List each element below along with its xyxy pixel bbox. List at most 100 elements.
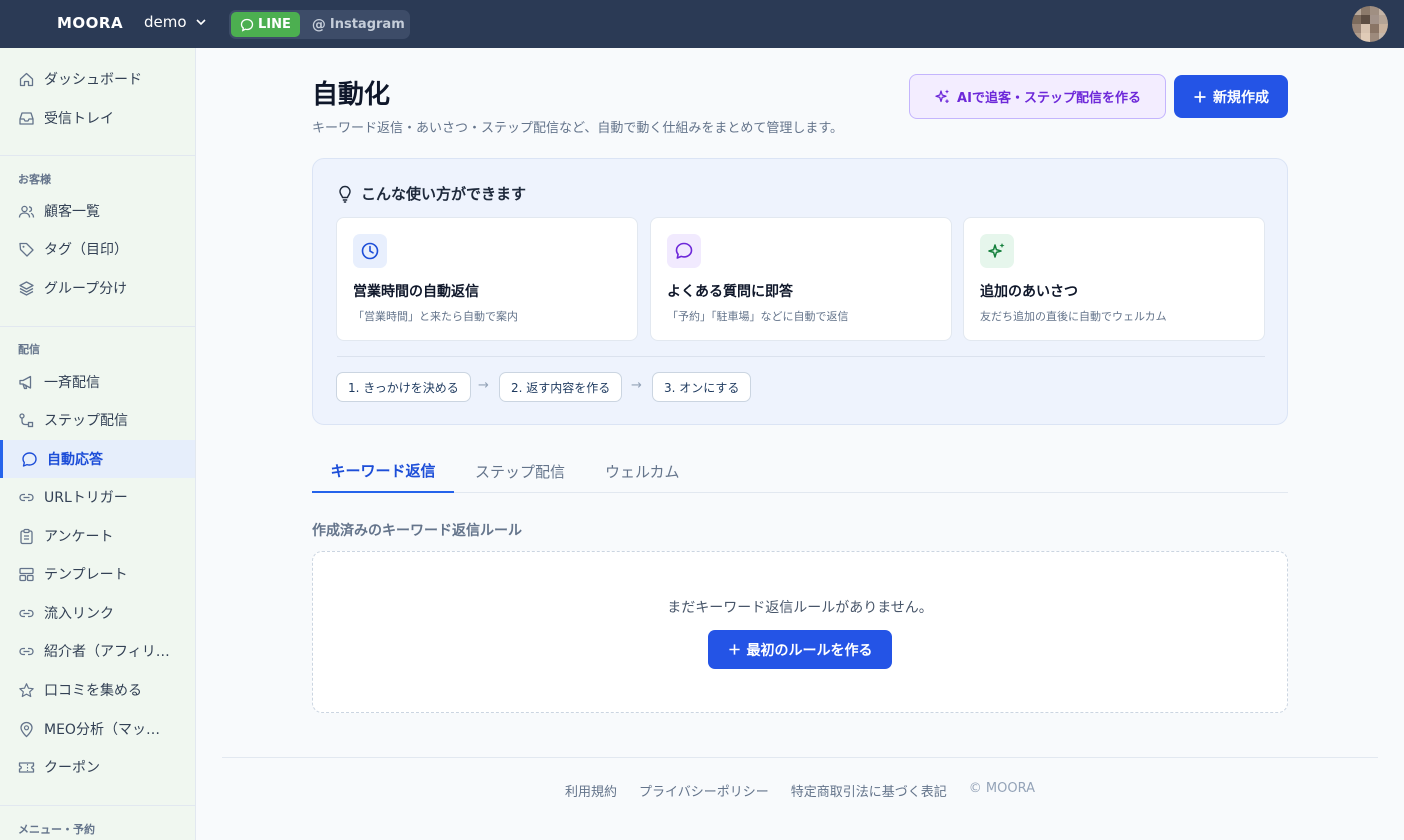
arrow-right-icon: → [631, 378, 642, 393]
sidebar-item-label: 自動応答 [47, 452, 103, 468]
ticket-icon [17, 758, 35, 776]
create-first-rule-button[interactable]: 最初のルールを作る [708, 630, 892, 669]
sidebar-item-label: 流入リンク [44, 606, 114, 622]
sidebar-item-survey[interactable]: アンケート [0, 517, 195, 555]
clipboard-icon [17, 527, 35, 545]
sidebar-item-label: 受信トレイ [44, 111, 114, 127]
layers-icon [17, 279, 35, 297]
new-create-label: 新規作成 [1213, 89, 1269, 106]
chevron-down-icon [195, 19, 206, 26]
sidebar-item-step-delivery[interactable]: ステップ配信 [0, 401, 195, 439]
template-icon [17, 565, 35, 583]
clock-icon [353, 234, 387, 268]
footer-privacy-link[interactable]: プライバシーポリシー [639, 781, 769, 800]
sidebar-item-tags[interactable]: タグ（目印） [0, 230, 195, 268]
rules-empty-state: まだキーワード返信ルールがありません。 最初のルールを作る [312, 551, 1288, 713]
brand-logo[interactable]: MOORA [57, 14, 123, 32]
tip-card-business-hours[interactable]: 営業時間の自動返信 「営業時間」と来たら自動で案内 [336, 217, 638, 341]
new-create-button[interactable]: 新規作成 [1174, 75, 1288, 118]
link-icon [17, 604, 35, 622]
create-first-rule-label: 最初のルールを作る [746, 642, 873, 659]
tag-icon [17, 240, 35, 258]
top-bar: MOORA demo LINE @ Instagram [0, 0, 1404, 48]
lightbulb-icon [339, 185, 351, 203]
automation-tabs: キーワード返信 ステップ配信 ウェルカム [312, 450, 1288, 493]
ai-create-button[interactable]: AIで追客・ステップ配信を作る [909, 74, 1166, 119]
sidebar-item-label: タグ（目印） [44, 242, 128, 258]
sidebar-divider [0, 805, 195, 806]
sidebar-section-customers: お客様 [18, 173, 51, 186]
sidebar-item-reviews[interactable]: 口コミを集める [0, 671, 195, 709]
channel-line-button[interactable]: LINE [231, 12, 300, 37]
at-icon: @ [311, 16, 326, 33]
sidebar-item-inflow-link[interactable]: 流入リンク [0, 594, 195, 632]
footer: 利用規約 プライバシーポリシー 特定商取引法に基づく表記 © MOORA [222, 781, 1378, 800]
star-icon [17, 681, 35, 699]
step-chip-3: 3. オンにする [652, 372, 752, 402]
tips-title-text: こんな使い方ができます [361, 185, 527, 203]
tab-keyword-reply[interactable]: キーワード返信 [312, 450, 454, 493]
home-icon [17, 70, 35, 88]
footer-terms-link[interactable]: 利用規約 [565, 781, 617, 800]
sidebar-divider [0, 326, 195, 327]
chat-icon [20, 450, 38, 468]
sidebar-item-label: クーポン [44, 760, 100, 776]
chat-icon [240, 18, 254, 32]
sidebar-item-customers[interactable]: 顧客一覧 [0, 192, 195, 230]
sidebar-item-meo[interactable]: MEO分析（マップ） [0, 710, 195, 748]
sidebar-item-auto-reply[interactable]: 自動応答 [0, 440, 195, 478]
tip-heading: 営業時間の自動返信 [353, 284, 479, 300]
sidebar-item-broadcast[interactable]: 一斉配信 [0, 363, 195, 401]
sidebar-item-label: ステップ配信 [44, 413, 128, 429]
sidebar-section-delivery: 配信 [18, 343, 40, 356]
sidebar-item-inbox[interactable]: 受信トレイ [0, 99, 195, 137]
tip-card-faq[interactable]: よくある質問に即答 「予約」「駐車場」などに自動で返信 [650, 217, 952, 341]
channel-instagram-button[interactable]: @ Instagram [300, 12, 414, 37]
sidebar-item-label: 一斉配信 [44, 375, 100, 391]
sidebar-item-groups[interactable]: グループ分け [0, 269, 195, 307]
sidebar: ダッシュボード 受信トレイ お客様 顧客一覧 タグ（目印） グループ分け 配信 … [0, 48, 196, 840]
empty-state-text: まだキーワード返信ルールがありません。 [667, 600, 933, 616]
sidebar-item-affiliate[interactable]: 紹介者（アフィリエイト） [0, 632, 195, 670]
sidebar-item-label: ダッシュボード [44, 72, 142, 88]
sidebar-item-url-trigger[interactable]: URLトリガー [0, 478, 195, 516]
plus-icon [728, 644, 740, 655]
step-chip-2: 2. 返す内容を作る [499, 372, 623, 402]
workspace-name: demo [144, 13, 187, 31]
tab-step-delivery[interactable]: ステップ配信 [475, 450, 565, 493]
usage-tips-panel: こんな使い方ができます 営業時間の自動返信 「営業時間」と来たら自動で案内 よく… [312, 158, 1288, 425]
sidebar-item-dashboard[interactable]: ダッシュボード [0, 60, 195, 98]
tip-card-welcome[interactable]: 追加のあいさつ 友だち追加の直後に自動でウェルカム [963, 217, 1265, 341]
step-icon [17, 411, 35, 429]
step-chip-1: 1. きっかけを決める [336, 372, 471, 402]
avatar[interactable] [1352, 6, 1388, 42]
sidebar-item-label: MEO分析（マップ） [44, 722, 172, 738]
tip-heading: よくある質問に即答 [667, 284, 793, 300]
footer-legal-link[interactable]: 特定商取引法に基づく表記 [791, 781, 947, 800]
sidebar-item-label: テンプレート [44, 567, 128, 583]
channel-line-label: LINE [258, 17, 291, 32]
tab-welcome[interactable]: ウェルカム [605, 450, 680, 493]
channel-instagram-label: Instagram [329, 17, 405, 32]
sidebar-item-label: URLトリガー [44, 490, 128, 506]
sidebar-item-templates[interactable]: テンプレート [0, 555, 195, 593]
megaphone-icon [17, 373, 35, 391]
tips-divider [337, 356, 1265, 357]
sparkle-icon [980, 234, 1014, 268]
chat-bubble-icon [667, 234, 701, 268]
tips-title: こんな使い方ができます [337, 183, 526, 204]
ai-create-label: AIで追客・ステップ配信を作る [957, 91, 1141, 106]
users-icon [17, 202, 35, 220]
footer-copyright: © MOORA [968, 781, 1035, 796]
workspace-switcher[interactable]: demo [144, 13, 207, 31]
footer-divider [222, 757, 1378, 758]
inbox-icon [17, 109, 35, 127]
sidebar-item-coupon[interactable]: クーポン [0, 748, 195, 786]
sidebar-item-label: グループ分け [44, 281, 128, 297]
link-icon [17, 488, 35, 506]
tip-description: 友だち追加の直後に自動でウェルカム [980, 310, 1167, 323]
sidebar-item-label: 顧客一覧 [44, 204, 100, 220]
tip-description: 「営業時間」と来たら自動で案内 [353, 310, 518, 323]
sidebar-divider [0, 155, 195, 156]
sidebar-section-menu: メニュー・予約 [18, 823, 95, 836]
